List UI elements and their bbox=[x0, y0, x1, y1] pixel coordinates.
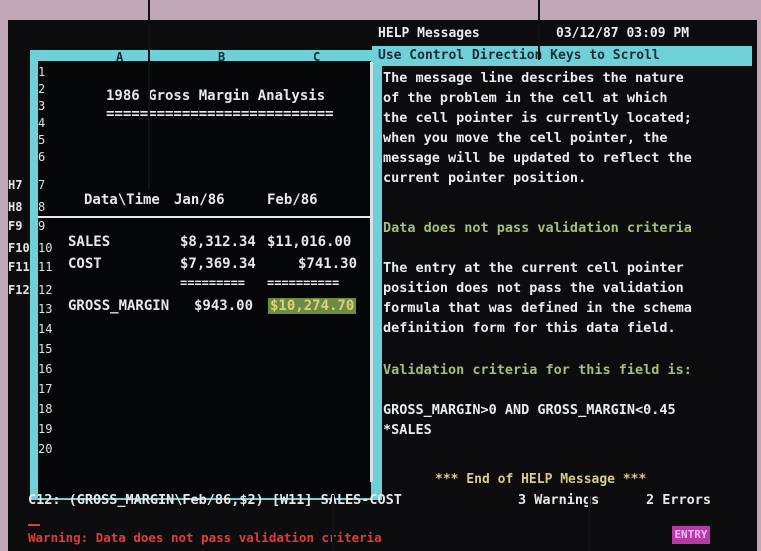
header-label-cell[interactable]: Data\Time bbox=[84, 192, 160, 208]
function-key-label[interactable]: F9 bbox=[8, 219, 22, 233]
row-number[interactable]: 18 bbox=[38, 402, 52, 416]
gross-margin-feb-cell-selected[interactable]: $10,274.70 bbox=[268, 298, 357, 314]
help-paragraph-line: of the problem in the cell at which bbox=[383, 90, 668, 106]
row-number[interactable]: 14 bbox=[38, 322, 52, 336]
gross-margin-label-cell[interactable]: GROSS_MARGIN bbox=[68, 298, 169, 314]
cost-jan-cell[interactable]: $7,369.34 bbox=[180, 256, 256, 272]
sales-label-cell[interactable]: SALES bbox=[68, 234, 110, 250]
row-number[interactable]: 1 bbox=[38, 65, 45, 79]
sales-jan-cell[interactable]: $8,312.34 bbox=[180, 234, 256, 250]
row-number[interactable]: 16 bbox=[38, 362, 52, 376]
column-header-c[interactable]: C bbox=[313, 50, 320, 64]
column-header-b[interactable]: B bbox=[218, 50, 225, 64]
function-key-label[interactable]: F11 bbox=[8, 260, 30, 274]
row-number[interactable]: 6 bbox=[38, 150, 45, 164]
row-number[interactable]: 11 bbox=[38, 260, 52, 274]
help-end-marker: *** End of HELP Message *** bbox=[435, 472, 647, 487]
help-paragraph-line: when you move the cell pointer, the bbox=[383, 130, 668, 146]
function-key-label[interactable]: H8 bbox=[8, 200, 22, 214]
help-section-header: Data does not pass validation criteria bbox=[383, 220, 692, 236]
gross-margin-jan-cell[interactable]: $943.00 bbox=[194, 298, 253, 314]
header-feb-cell[interactable]: Feb/86 bbox=[267, 192, 318, 208]
validation-formula-line: GROSS_MARGIN>0 AND GROSS_MARGIN<0.45 bbox=[383, 402, 676, 418]
help-section-header: Validation criteria for this field is: bbox=[383, 362, 692, 378]
row-number[interactable]: 4 bbox=[38, 116, 45, 130]
validation-formula-line: *SALES bbox=[383, 422, 432, 438]
callout-pointer-line bbox=[588, 495, 590, 551]
row-number[interactable]: 17 bbox=[38, 382, 52, 396]
row-number[interactable]: 20 bbox=[38, 442, 52, 456]
header-divider bbox=[38, 216, 371, 218]
row-number[interactable]: 5 bbox=[38, 133, 45, 147]
column-header-a[interactable]: A bbox=[116, 50, 123, 64]
panel-divider bbox=[370, 62, 373, 482]
callout-pointer-line bbox=[538, 0, 540, 60]
row-number[interactable]: 12 bbox=[38, 283, 52, 297]
cursor-indicator bbox=[28, 524, 40, 526]
row-number[interactable]: 2 bbox=[38, 82, 45, 96]
sheet-title-underline[interactable]: =========================== bbox=[106, 106, 334, 122]
help-scroll-bar[interactable]: Use Control Direction Keys to Scroll bbox=[372, 46, 752, 66]
function-key-label[interactable]: H7 bbox=[8, 178, 22, 192]
row-number[interactable]: 8 bbox=[38, 200, 45, 214]
help-paragraph-line: The message line describes the nature bbox=[383, 70, 684, 86]
help-paragraph-line: current pointer position. bbox=[383, 170, 587, 186]
cost-feb-cell[interactable]: $741.30 bbox=[298, 256, 357, 272]
row-number[interactable]: 19 bbox=[38, 422, 52, 436]
help-title: HELP Messages bbox=[378, 26, 480, 41]
header-jan-cell[interactable]: Jan/86 bbox=[174, 192, 225, 208]
function-key-label[interactable]: F12 bbox=[8, 283, 30, 297]
mode-indicator[interactable]: ENTRY bbox=[672, 526, 710, 544]
row-number[interactable]: 10 bbox=[38, 241, 52, 255]
callout-pointer-line bbox=[332, 495, 334, 551]
cell-info-line: C12: (GROSS_MARGIN\Feb/86,$2) [W11] SALE… bbox=[28, 492, 402, 508]
errors-count[interactable]: 2 Errors bbox=[646, 492, 711, 508]
row-number[interactable]: 13 bbox=[38, 302, 52, 316]
help-paragraph-line: formula that was defined in the schema bbox=[383, 300, 692, 316]
help-paragraph-line: the cell pointer is currently located; bbox=[383, 110, 692, 126]
help-paragraph-line: position does not pass the validation bbox=[383, 280, 684, 296]
separator-b[interactable]: ========= bbox=[180, 276, 245, 290]
help-paragraph-line: The entry at the current cell pointer bbox=[383, 260, 684, 276]
sheet-title-cell[interactable]: 1986 Gross Margin Analysis bbox=[106, 88, 325, 104]
row-number[interactable]: 9 bbox=[38, 219, 45, 233]
row-number[interactable]: 15 bbox=[38, 342, 52, 356]
terminal-screen: A B C 1 2 3 4 5 6 7 8 9 10 11 12 13 14 1… bbox=[8, 20, 757, 551]
row-number[interactable]: 7 bbox=[38, 178, 45, 192]
help-paragraph-line: definition form for this data field. bbox=[383, 320, 676, 336]
cost-label-cell[interactable]: COST bbox=[68, 256, 102, 272]
separator-c[interactable]: ========== bbox=[267, 276, 339, 290]
help-paragraph-line: message will be updated to reflect the bbox=[383, 150, 692, 166]
row-number[interactable]: 3 bbox=[38, 99, 45, 113]
callout-pointer-line bbox=[148, 0, 150, 190]
warning-message: Warning: Data does not pass validation c… bbox=[28, 530, 382, 545]
function-key-label[interactable]: F10 bbox=[8, 241, 30, 255]
sales-feb-cell[interactable]: $11,016.00 bbox=[267, 234, 351, 250]
help-datetime: 03/12/87 03:09 PM bbox=[556, 26, 690, 41]
